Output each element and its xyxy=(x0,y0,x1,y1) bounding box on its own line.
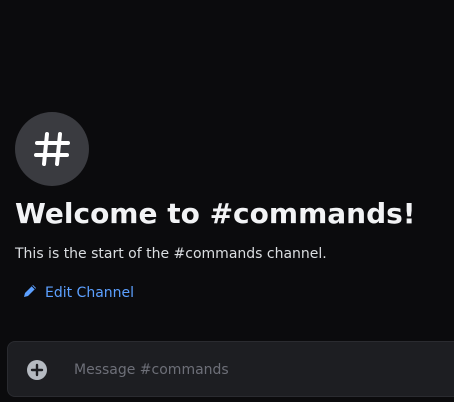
message-input[interactable] xyxy=(74,356,434,384)
plus-circle-icon xyxy=(26,360,48,385)
hash-icon xyxy=(32,129,72,169)
attach-button[interactable] xyxy=(26,359,48,381)
channel-hash-avatar xyxy=(15,112,89,186)
edit-channel-link[interactable]: Edit Channel xyxy=(22,283,134,303)
welcome-subtitle: This is the start of the #commands chann… xyxy=(15,246,327,262)
message-composer xyxy=(7,341,454,397)
welcome-title: Welcome to #commands! xyxy=(15,197,416,230)
channel-view: Welcome to #commands! This is the start … xyxy=(0,0,454,402)
edit-channel-label: Edit Channel xyxy=(45,285,135,301)
pencil-icon xyxy=(22,283,38,303)
